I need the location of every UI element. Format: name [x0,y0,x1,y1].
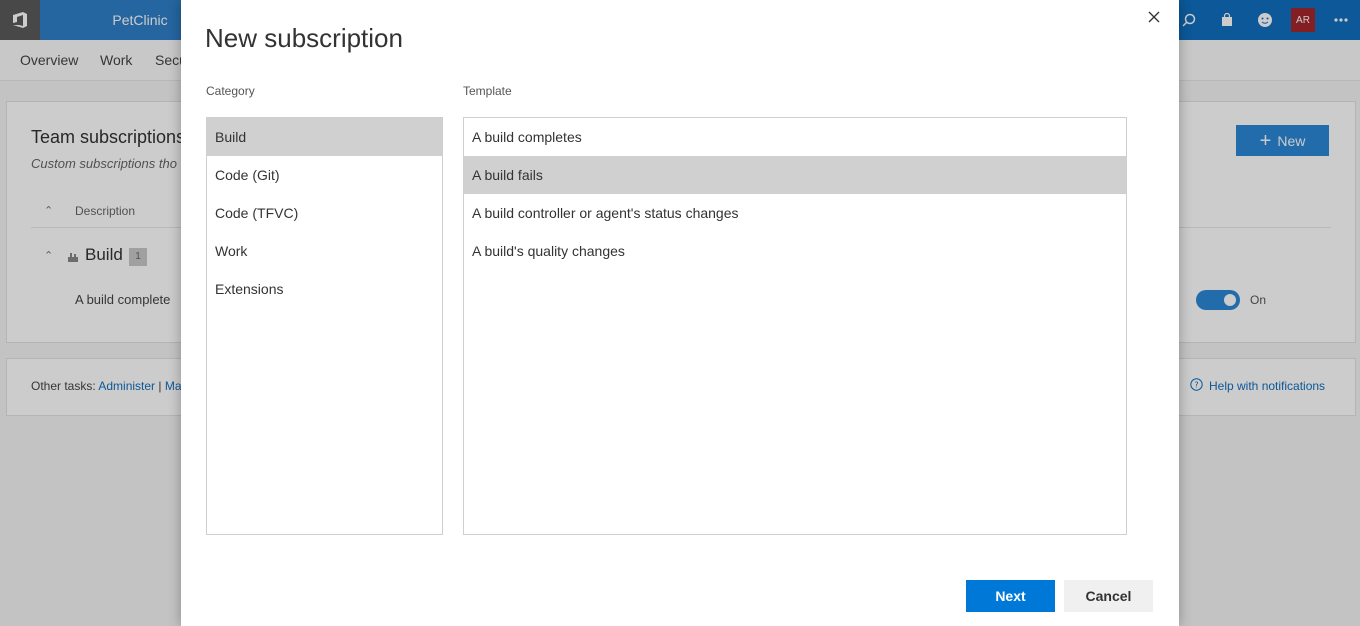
category-item-extensions[interactable]: Extensions [207,270,442,308]
category-list: Build Code (Git) Code (TFVC) Work Extens… [206,117,443,535]
category-item-work[interactable]: Work [207,232,442,270]
category-item-code-tfvc[interactable]: Code (TFVC) [207,194,442,232]
template-item-build-completes[interactable]: A build completes [464,118,1126,156]
category-item-code-git[interactable]: Code (Git) [207,156,442,194]
template-label: Template [463,84,512,98]
template-item-quality-changes[interactable]: A build's quality changes [464,232,1126,270]
new-subscription-dialog: New subscription Category Template Build… [181,0,1179,626]
dialog-title: New subscription [205,23,403,53]
template-item-controller-status[interactable]: A build controller or agent's status cha… [464,194,1126,232]
cancel-button[interactable]: Cancel [1064,580,1153,612]
template-list: A build completes A build fails A build … [463,117,1127,535]
category-label: Category [206,84,255,98]
close-icon[interactable] [1143,6,1165,28]
category-item-build[interactable]: Build [207,118,442,156]
next-button[interactable]: Next [966,580,1055,612]
template-item-build-fails[interactable]: A build fails [464,156,1126,194]
